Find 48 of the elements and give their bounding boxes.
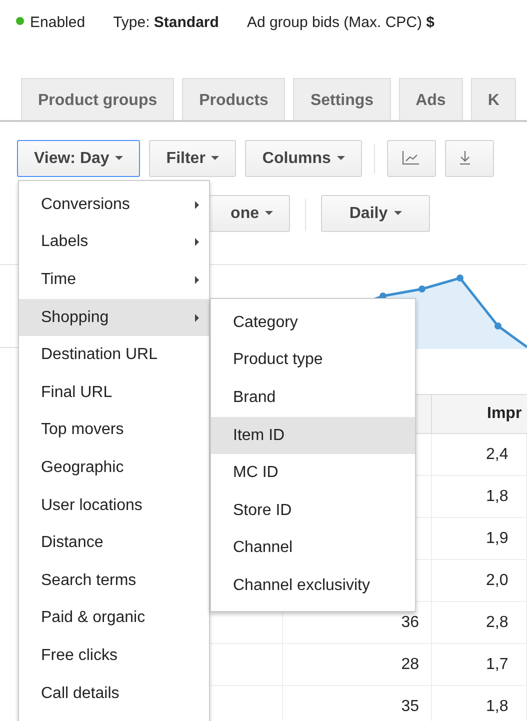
data-point <box>418 286 426 292</box>
menu-item[interactable]: Channel exclusivity <box>211 567 415 605</box>
menu-item[interactable]: Store ID <box>211 492 415 530</box>
tab[interactable]: Ads <box>398 78 463 120</box>
menu-item[interactable]: Call details <box>19 674 209 712</box>
menu-item[interactable]: Category <box>211 304 415 342</box>
status-label: Enabled <box>30 14 86 31</box>
table-cell: 2,8 <box>432 602 527 644</box>
chart-button[interactable] <box>386 140 436 177</box>
table-cell: 1,8 <box>432 476 527 518</box>
menu-item[interactable]: Distance <box>19 524 209 562</box>
dropdown-button[interactable]: View: Day <box>17 140 140 177</box>
table-cell: 1,8 <box>432 686 527 721</box>
table-cell: 35 <box>283 686 432 721</box>
column-header[interactable]: Impr <box>432 394 527 434</box>
menu-item[interactable]: Destination URL <box>19 336 209 374</box>
campaign-info: Ad group bids (Max. CPC) $ <box>246 13 435 33</box>
menu-item[interactable]: Product type <box>211 342 415 380</box>
menu-item[interactable]: Brand <box>211 379 415 417</box>
menu-item[interactable]: Paid & organic <box>19 600 209 638</box>
dropdown-button[interactable]: Filter <box>149 140 236 177</box>
data-point <box>456 274 464 282</box>
menu-item[interactable]: Free clicks <box>19 637 209 675</box>
campaign-info: Type: Standard <box>113 13 219 33</box>
table-cell: 1,9 <box>432 518 527 560</box>
table-cell: 1,7 <box>432 644 527 686</box>
tab[interactable]: Product groups <box>21 78 174 120</box>
menu-item[interactable]: Channel <box>211 530 415 568</box>
menu-item[interactable]: Final URL <box>19 374 209 412</box>
menu-item[interactable]: Shopping <box>19 298 209 336</box>
table-cell: 2,0 <box>432 560 527 602</box>
menu-item[interactable]: Top movers <box>19 412 209 450</box>
download-icon <box>460 151 470 166</box>
dropdown-button[interactable]: Daily <box>321 195 430 232</box>
data-point <box>494 322 502 330</box>
table-cell: 2,4 <box>432 434 527 476</box>
table-cell: 28 <box>283 644 432 686</box>
tab[interactable]: Products <box>182 78 286 120</box>
menu-item[interactable]: MC ID <box>211 454 415 492</box>
menu-item[interactable]: Search terms <box>19 562 209 600</box>
dropdown-button[interactable]: Columns <box>245 140 362 177</box>
tab[interactable]: Settings <box>293 78 391 120</box>
tab[interactable]: K <box>470 78 516 120</box>
menu-item[interactable]: Geographic <box>19 449 209 487</box>
chart-icon <box>402 151 420 166</box>
menu-item[interactable]: Time <box>19 261 209 299</box>
menu-item[interactable]: Item ID <box>211 416 415 454</box>
menu-item[interactable]: User locations <box>19 486 209 524</box>
